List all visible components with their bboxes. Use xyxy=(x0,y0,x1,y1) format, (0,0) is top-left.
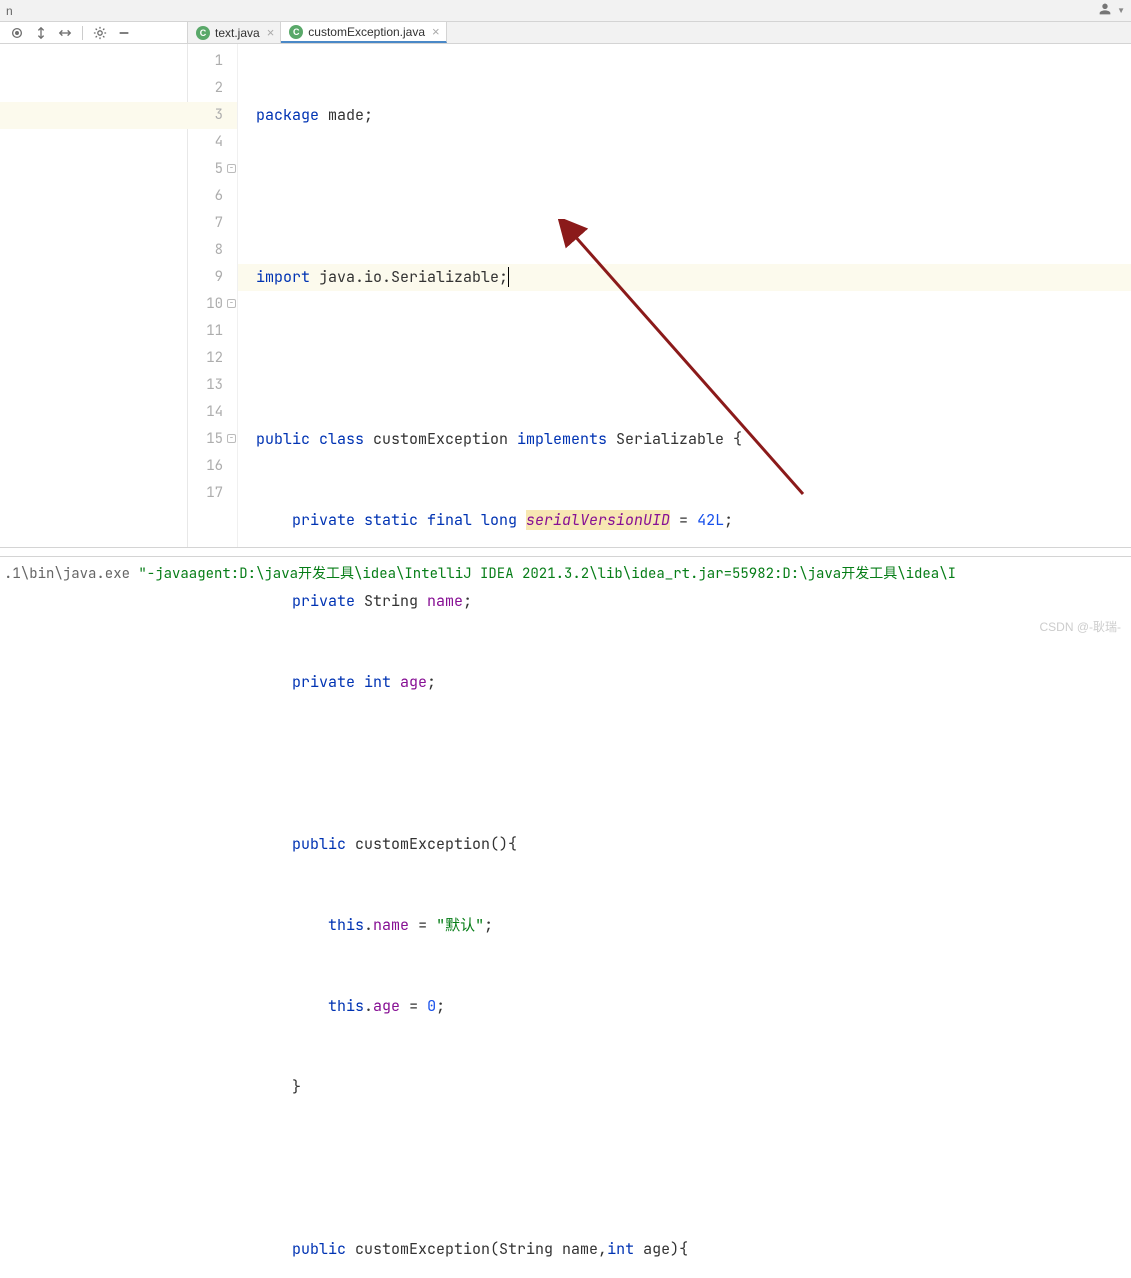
gear-icon[interactable] xyxy=(91,24,109,42)
title-right: ▼ xyxy=(1097,1,1125,20)
close-icon[interactable]: × xyxy=(267,25,275,40)
left-panel xyxy=(0,44,188,547)
code-line xyxy=(238,345,1131,372)
line-number: 11 xyxy=(188,318,237,345)
tab-label: customException.java xyxy=(308,25,425,39)
line-number: 17 xyxy=(188,480,237,507)
java-class-icon: C xyxy=(196,26,210,40)
line-number: 6 xyxy=(188,183,237,210)
line-number: 5− xyxy=(188,156,237,183)
code-line: this.age = 0; xyxy=(238,993,1131,1020)
line-number: 13 xyxy=(188,372,237,399)
tab-custom-exception[interactable]: C customException.java × xyxy=(281,22,446,43)
minimize-icon[interactable] xyxy=(115,24,133,42)
editor: 1 2 3 4 5− 6 7 8 9 10− 11 12 13 14 15− 1… xyxy=(0,44,1131,547)
close-icon[interactable]: × xyxy=(432,24,440,39)
line-number: 2 xyxy=(188,75,237,102)
code-line: this.name = "默认"; xyxy=(238,912,1131,939)
line-highlight-left xyxy=(0,102,188,129)
tab-text-java[interactable]: C text.java × xyxy=(188,22,281,43)
line-number: 4 xyxy=(188,129,237,156)
line-number: 10− xyxy=(188,291,237,318)
fold-icon[interactable]: − xyxy=(227,164,236,173)
code-line: private static final long serialVersionU… xyxy=(238,507,1131,534)
editor-tabs: C text.java × C customException.java × xyxy=(188,22,1131,43)
separator xyxy=(82,26,83,40)
code-line: import java.io.Serializable; xyxy=(238,264,1131,291)
code-line: public customException(String name,int a… xyxy=(238,1236,1131,1263)
title-bar: n ▼ xyxy=(0,0,1131,22)
code-line: package made; xyxy=(238,102,1131,129)
code-line: public class customException implements … xyxy=(238,426,1131,453)
collapse-icon[interactable] xyxy=(56,24,74,42)
toolbar-tabs-row: C text.java × C customException.java × xyxy=(0,22,1131,44)
line-number: 16 xyxy=(188,453,237,480)
line-number: 8 xyxy=(188,237,237,264)
line-number: 12 xyxy=(188,345,237,372)
expand-icon[interactable] xyxy=(32,24,50,42)
code-line: private int age; xyxy=(238,669,1131,696)
fold-icon[interactable]: − xyxy=(227,434,236,443)
target-icon[interactable] xyxy=(8,24,26,42)
line-number: 14 xyxy=(188,399,237,426)
code-line: } xyxy=(238,1074,1131,1101)
gutter: 1 2 3 4 5− 6 7 8 9 10− 11 12 13 14 15− 1… xyxy=(188,44,238,547)
watermark: CSDN @-耿瑞- xyxy=(1039,618,1121,635)
user-icon[interactable] xyxy=(1097,1,1113,20)
code-line xyxy=(238,750,1131,777)
line-number: 1 xyxy=(188,48,237,75)
tab-label: text.java xyxy=(215,26,260,40)
title-left: n xyxy=(6,4,13,18)
code-line xyxy=(238,1155,1131,1182)
line-number: 7 xyxy=(188,210,237,237)
fold-icon[interactable]: − xyxy=(227,299,236,308)
code-area[interactable]: package made; import java.io.Serializabl… xyxy=(238,44,1131,547)
console-text: .1\bin\java.exe xyxy=(4,565,138,583)
toolbar xyxy=(0,22,188,43)
line-number: 9 xyxy=(188,264,237,291)
code-line xyxy=(238,183,1131,210)
line-number: 3 xyxy=(188,102,237,129)
code-line: public customException(){ xyxy=(238,831,1131,858)
java-class-icon: C xyxy=(289,25,303,39)
line-number: 15− xyxy=(188,426,237,453)
chevron-down-icon[interactable]: ▼ xyxy=(1117,6,1125,15)
code-line: private String name; xyxy=(238,588,1131,615)
